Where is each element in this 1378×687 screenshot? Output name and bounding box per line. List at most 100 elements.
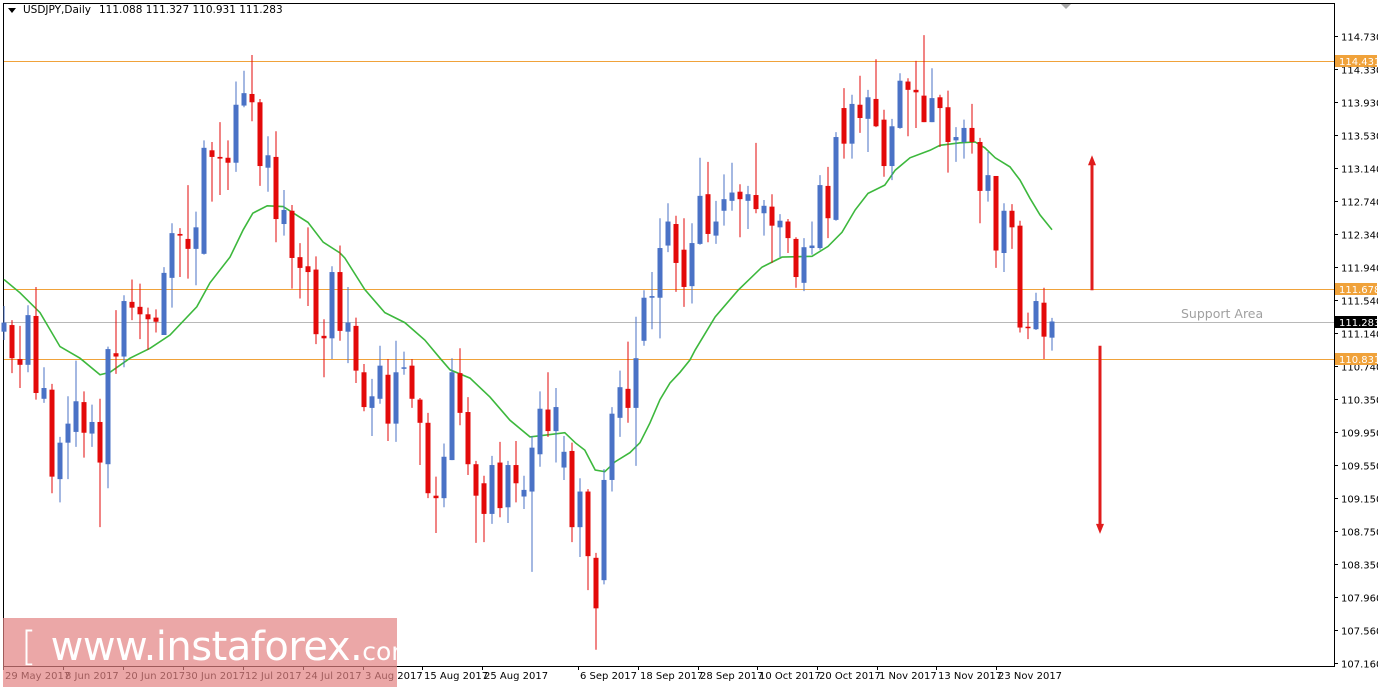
candle-body [273, 156, 279, 220]
candle-body [385, 374, 391, 424]
candle-body [697, 195, 703, 244]
date-tick-label: 10 Oct 2017 [759, 671, 821, 682]
candle-body [465, 412, 471, 465]
candle-body [921, 95, 927, 123]
price-tick-label: 112.340 [1341, 231, 1378, 242]
candle-body [537, 408, 543, 455]
current-price-label: 111.283 [1339, 318, 1378, 329]
price-tick-label: 114.730 [1341, 33, 1378, 44]
candle-body [65, 423, 71, 443]
candle-bullish [121, 295, 127, 368]
date-tick-label: 28 Sep 2017 [700, 671, 763, 682]
chart-header: USDJPY,Daily 111.088 111.327 110.931 111… [8, 4, 283, 16]
candle-body [105, 349, 111, 465]
candle-body [417, 399, 423, 423]
candle-body [505, 465, 511, 508]
candle-body [233, 104, 239, 163]
candle-body [369, 396, 375, 408]
watermark-bracket-open: [ [21, 624, 37, 670]
level-price-label: 114.431 [1339, 57, 1378, 68]
candle-body [281, 209, 287, 225]
candle-body [121, 301, 127, 357]
menu-triangle-icon[interactable] [8, 7, 16, 13]
candle-bearish [1017, 220, 1023, 333]
candle-body [681, 249, 687, 287]
candle-body [129, 301, 135, 308]
price-tick-label: 113.140 [1341, 165, 1378, 176]
candle-body [393, 372, 399, 424]
candle-body [137, 306, 143, 315]
candle-body [457, 373, 463, 413]
candle-body [41, 388, 47, 399]
candle-bullish [161, 267, 167, 336]
candle-body [625, 388, 631, 408]
candle-body [9, 325, 15, 359]
candle-body [441, 456, 447, 499]
candle-bullish [641, 290, 647, 346]
candle-body [729, 192, 735, 201]
candle-body [449, 372, 455, 461]
level-price-label: 110.831 [1339, 355, 1378, 366]
candle-body [881, 119, 887, 167]
candle-body [665, 221, 671, 246]
date-tick-label: 6 Sep 2017 [580, 671, 637, 682]
ohlc-readout: 111.088 111.327 110.931 111.283 [98, 4, 283, 16]
candle-bearish [569, 442, 575, 543]
candle-body [865, 97, 871, 119]
candle-body [57, 442, 63, 480]
candle-body [489, 465, 495, 514]
price-tick-label: 107.160 [1341, 660, 1378, 671]
candle-body [929, 98, 935, 123]
candle-body [529, 447, 535, 492]
candle-body [1049, 321, 1055, 338]
candle-body [73, 401, 79, 432]
candle-body [705, 194, 711, 234]
candle-body [849, 103, 855, 144]
candle-body [225, 157, 231, 163]
candle-body [153, 317, 159, 322]
candle-bullish [833, 132, 839, 221]
candle-body [113, 353, 119, 357]
candle-body [609, 413, 615, 480]
candle-body [1025, 326, 1031, 329]
candle-body [217, 156, 223, 159]
candle-body [785, 221, 791, 239]
candle-body [825, 185, 831, 219]
candle-body [593, 557, 599, 609]
price-tick-label: 110.350 [1341, 396, 1378, 407]
candle-body [673, 224, 679, 263]
candle-body [481, 483, 487, 514]
candle-body [289, 210, 295, 258]
price-tick-label: 108.350 [1341, 561, 1378, 572]
candle-body [521, 489, 527, 497]
candle-body [177, 233, 183, 236]
candle-bullish [897, 73, 903, 129]
candle-body [185, 238, 191, 249]
candle-body [145, 314, 151, 320]
candle-body [601, 479, 607, 581]
candle-body [249, 93, 255, 103]
date-tick-label: 20 Oct 2017 [819, 671, 881, 682]
candle-body [1, 322, 7, 332]
candle-body [689, 243, 695, 287]
level-price-label: 111.678 [1339, 285, 1378, 296]
candle-body [241, 93, 247, 106]
candle-body [361, 372, 367, 408]
candle-body [553, 407, 559, 432]
price-tick-label: 113.530 [1341, 132, 1378, 143]
price-tick-label: 113.930 [1341, 99, 1378, 110]
candle-body [985, 175, 991, 191]
candle-body [33, 315, 39, 393]
candle-body [761, 205, 767, 214]
price-tick-label: 112.740 [1341, 198, 1378, 209]
date-tick-label: 1 Nov 2017 [879, 671, 937, 682]
watermark-site: www.instaforex. [50, 624, 363, 670]
candle-body [745, 194, 751, 201]
price-tick-label: 111.140 [1341, 330, 1378, 341]
candle-body [641, 297, 647, 341]
candle-body [497, 462, 503, 509]
candle-body [337, 272, 343, 331]
candle-body [513, 465, 519, 484]
price-tick-label: 107.560 [1341, 627, 1378, 638]
candle-body [833, 137, 839, 220]
